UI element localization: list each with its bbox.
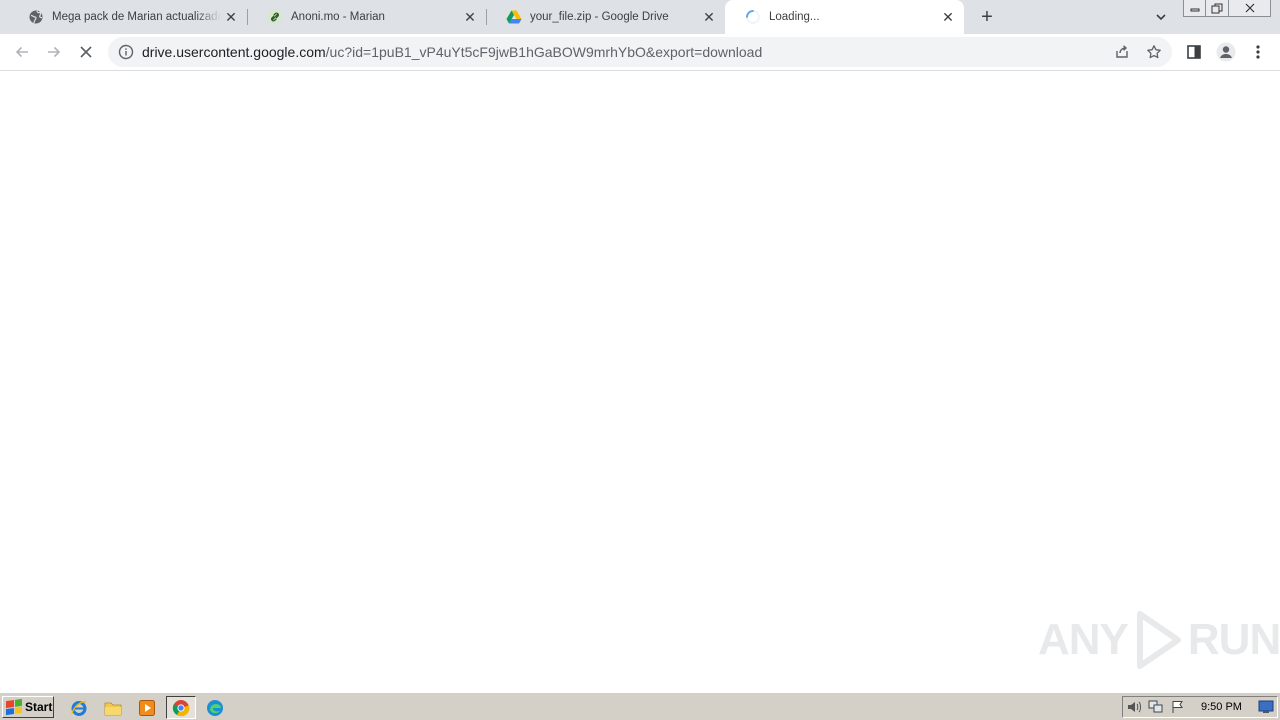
kebab-menu-icon — [1256, 45, 1260, 59]
back-button[interactable] — [7, 37, 37, 67]
loading-spinner-icon — [745, 9, 761, 25]
media-player-icon — [139, 700, 155, 716]
google-drive-icon — [506, 9, 522, 25]
edge-icon — [207, 700, 223, 716]
volume-icon[interactable] — [1123, 697, 1145, 717]
tab-anonimo[interactable]: Anoni.mo - Marian ✕ — [247, 0, 486, 34]
file-explorer-launcher[interactable] — [102, 697, 124, 719]
globe-icon — [28, 9, 44, 25]
bookmark-star-icon[interactable] — [1144, 42, 1164, 62]
menu-button[interactable] — [1243, 37, 1273, 67]
chrome-icon — [172, 699, 190, 716]
stop-loading-button[interactable] — [71, 37, 101, 67]
internet-explorer-icon — [71, 701, 87, 716]
watermark-text-left: ANY — [1038, 615, 1129, 664]
action-center-flag-icon[interactable] — [1167, 697, 1189, 717]
watermark-text-right: RUN — [1187, 615, 1280, 664]
forward-button[interactable] — [39, 37, 69, 67]
stop-icon — [80, 46, 92, 58]
url-text: drive.usercontent.google.com/uc?id=1puB1… — [142, 44, 762, 60]
avatar-icon — [1216, 42, 1236, 62]
browser-toolbar: drive.usercontent.google.com/uc?id=1puB1… — [0, 34, 1280, 71]
edge-launcher[interactable] — [204, 697, 226, 719]
internet-explorer-launcher[interactable] — [68, 697, 90, 719]
system-tray: 9:50 PM — [1122, 696, 1278, 718]
tab-title: Anoni.mo - Marian — [291, 11, 385, 23]
plus-icon: + — [981, 5, 993, 28]
close-icon[interactable]: ✕ — [938, 7, 958, 27]
close-icon — [1245, 3, 1254, 13]
side-panel-button[interactable] — [1179, 37, 1209, 67]
restore-icon — [1211, 3, 1223, 13]
folder-icon — [104, 702, 122, 716]
tab-mega-pack[interactable]: Mega pack de Marian actualizado con ✕ — [8, 0, 247, 34]
window-controls — [1183, 0, 1271, 18]
start-label: Start — [25, 700, 53, 714]
minimize-icon — [1190, 8, 1199, 12]
start-button[interactable]: Start — [2, 696, 54, 718]
taskbar: Start 9:50 PM — [0, 692, 1280, 720]
close-icon[interactable]: ✕ — [699, 7, 719, 27]
new-tab-button[interactable]: + — [975, 5, 999, 29]
play-logo-icon — [1136, 611, 1181, 669]
network-icon[interactable] — [1145, 697, 1167, 717]
minimize-button[interactable] — [1183, 0, 1206, 17]
anyrun-watermark: ANY RUN — [1038, 608, 1280, 672]
link-icon — [267, 9, 283, 25]
show-desktop-icon[interactable] — [1257, 699, 1275, 715]
tab-loading[interactable]: Loading... ✕ — [725, 0, 964, 34]
url-host: drive.usercontent.google.com — [142, 44, 326, 60]
info-icon[interactable] — [118, 44, 134, 60]
tab-google-drive[interactable]: your_file.zip - Google Drive ✕ — [486, 0, 725, 34]
restore-button[interactable] — [1206, 0, 1229, 17]
tab-title: Mega pack de Marian actualizado con — [52, 11, 221, 23]
chrome-taskbar-button[interactable] — [166, 696, 196, 719]
chevron-down-icon — [1156, 14, 1166, 21]
profile-button[interactable] — [1211, 37, 1241, 67]
page-content: ANY RUN — [0, 72, 1280, 692]
arrow-left-icon — [15, 46, 28, 58]
tab-title: your_file.zip - Google Drive — [530, 11, 669, 23]
media-player-launcher[interactable] — [136, 697, 158, 719]
close-icon[interactable]: ✕ — [460, 7, 480, 27]
tab-search-button[interactable] — [1150, 6, 1172, 28]
address-bar[interactable]: drive.usercontent.google.com/uc?id=1puB1… — [108, 37, 1172, 67]
clock[interactable]: 9:50 PM — [1201, 701, 1242, 713]
windows-logo-icon — [6, 698, 22, 716]
url-path: /uc?id=1puB1_vP4uYt5cF9jwB1hGaBOW9mrhYbO… — [325, 44, 763, 60]
arrow-right-icon — [48, 46, 61, 58]
tab-title: Loading... — [769, 11, 820, 23]
side-panel-icon — [1187, 45, 1201, 59]
close-icon[interactable]: ✕ — [221, 7, 241, 27]
share-icon[interactable] — [1112, 42, 1132, 62]
close-window-button[interactable] — [1229, 0, 1271, 17]
tab-strip: Mega pack de Marian actualizado con ✕ An… — [0, 0, 1280, 34]
